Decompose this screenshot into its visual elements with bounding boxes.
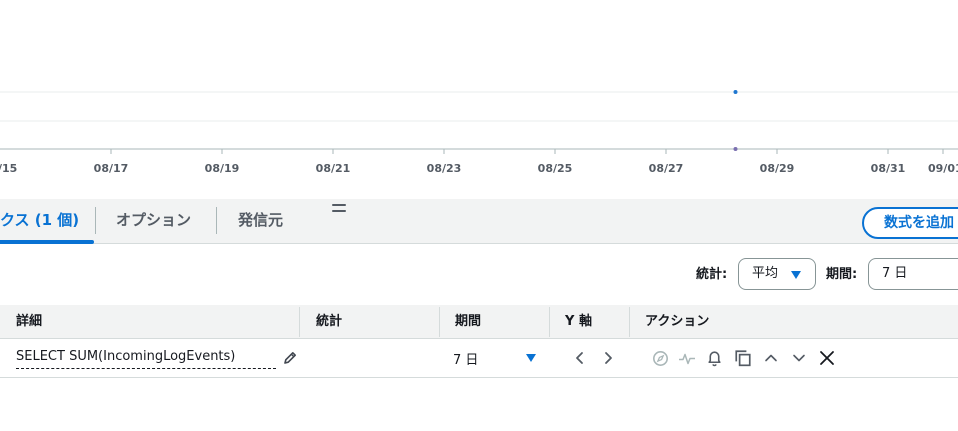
tab-source[interactable]: 発信元 <box>238 199 283 243</box>
active-tab-indicator <box>0 240 94 244</box>
caret-down-icon[interactable] <box>526 354 536 362</box>
pulse-icon[interactable] <box>678 350 696 367</box>
period-select[interactable]: 7 日 <box>868 258 958 290</box>
column-resizer[interactable] <box>549 307 550 337</box>
column-header-actions: アクション <box>645 314 710 329</box>
x-tick-label: 08/31 <box>871 162 906 175</box>
data-point[interactable] <box>733 147 738 151</box>
pencil-icon[interactable] <box>282 350 298 366</box>
column-resizer[interactable] <box>629 307 630 337</box>
table-row: SELECT SUM(IncomingLogEvents) FROM SCHEM… <box>0 339 958 378</box>
x-tick-label: 09/01 <box>928 162 958 175</box>
x-tick-label: 08/17 <box>94 162 129 175</box>
x-tick-label: 08/25 <box>538 162 573 175</box>
compass-icon[interactable] <box>652 350 669 367</box>
tab-metrics[interactable]: クス (1 個) <box>0 199 79 243</box>
statistic-select[interactable]: 平均 <box>738 258 816 290</box>
x-tick-label: 08/29 <box>760 162 795 175</box>
column-resizer[interactable] <box>299 307 300 337</box>
caret-down-icon <box>791 271 801 279</box>
bell-icon[interactable] <box>706 349 723 367</box>
tab-separator <box>95 207 96 234</box>
period-label: 期間: <box>826 267 858 282</box>
drag-handle-icon[interactable] <box>332 204 346 214</box>
table-header: 詳細 統計 期間 Y 軸 アクション <box>0 305 958 339</box>
period-select-value: 7 日 <box>882 266 908 281</box>
data-point[interactable] <box>733 90 738 94</box>
column-header-statistic: 統計 <box>316 314 343 329</box>
tab-options[interactable]: オプション <box>116 199 191 243</box>
column-header-period: 期間 <box>455 314 482 329</box>
x-tick-label: 08/19 <box>205 162 240 175</box>
chart-canvas: /15 08/17 08/19 08/21 08/23 08/25 08/27 08/29 08… <box>0 90 958 175</box>
tab-separator <box>216 207 217 234</box>
close-icon[interactable] <box>819 350 835 366</box>
metric-chart: /15 08/17 08/19 08/21 08/23 08/25 08/27 08/29 08… <box>0 0 958 180</box>
column-resizer[interactable] <box>439 307 440 337</box>
copy-icon[interactable] <box>734 349 752 367</box>
statistic-label: 統計: <box>696 267 728 282</box>
row-period-select[interactable]: 7 日 <box>453 349 478 368</box>
x-tick-label: 08/21 <box>316 162 351 175</box>
chevron-up-icon[interactable] <box>763 350 779 366</box>
column-header-y-axis: Y 軸 <box>565 314 592 329</box>
statistic-select-value: 平均 <box>752 266 779 281</box>
column-header-details: 詳細 <box>16 314 43 329</box>
chevron-left-icon[interactable] <box>572 350 588 366</box>
chevron-right-icon[interactable] <box>600 350 616 366</box>
add-formula-button[interactable]: 数式を追加 <box>862 207 958 239</box>
x-tick-label: /15 <box>0 162 17 175</box>
x-tick-label: 08/23 <box>427 162 462 175</box>
chevron-down-icon[interactable] <box>791 350 807 366</box>
metric-query-text[interactable]: SELECT SUM(IncomingLogEvents) FROM SCHEM… <box>16 347 276 369</box>
x-tick-label: 08/27 <box>649 162 684 175</box>
